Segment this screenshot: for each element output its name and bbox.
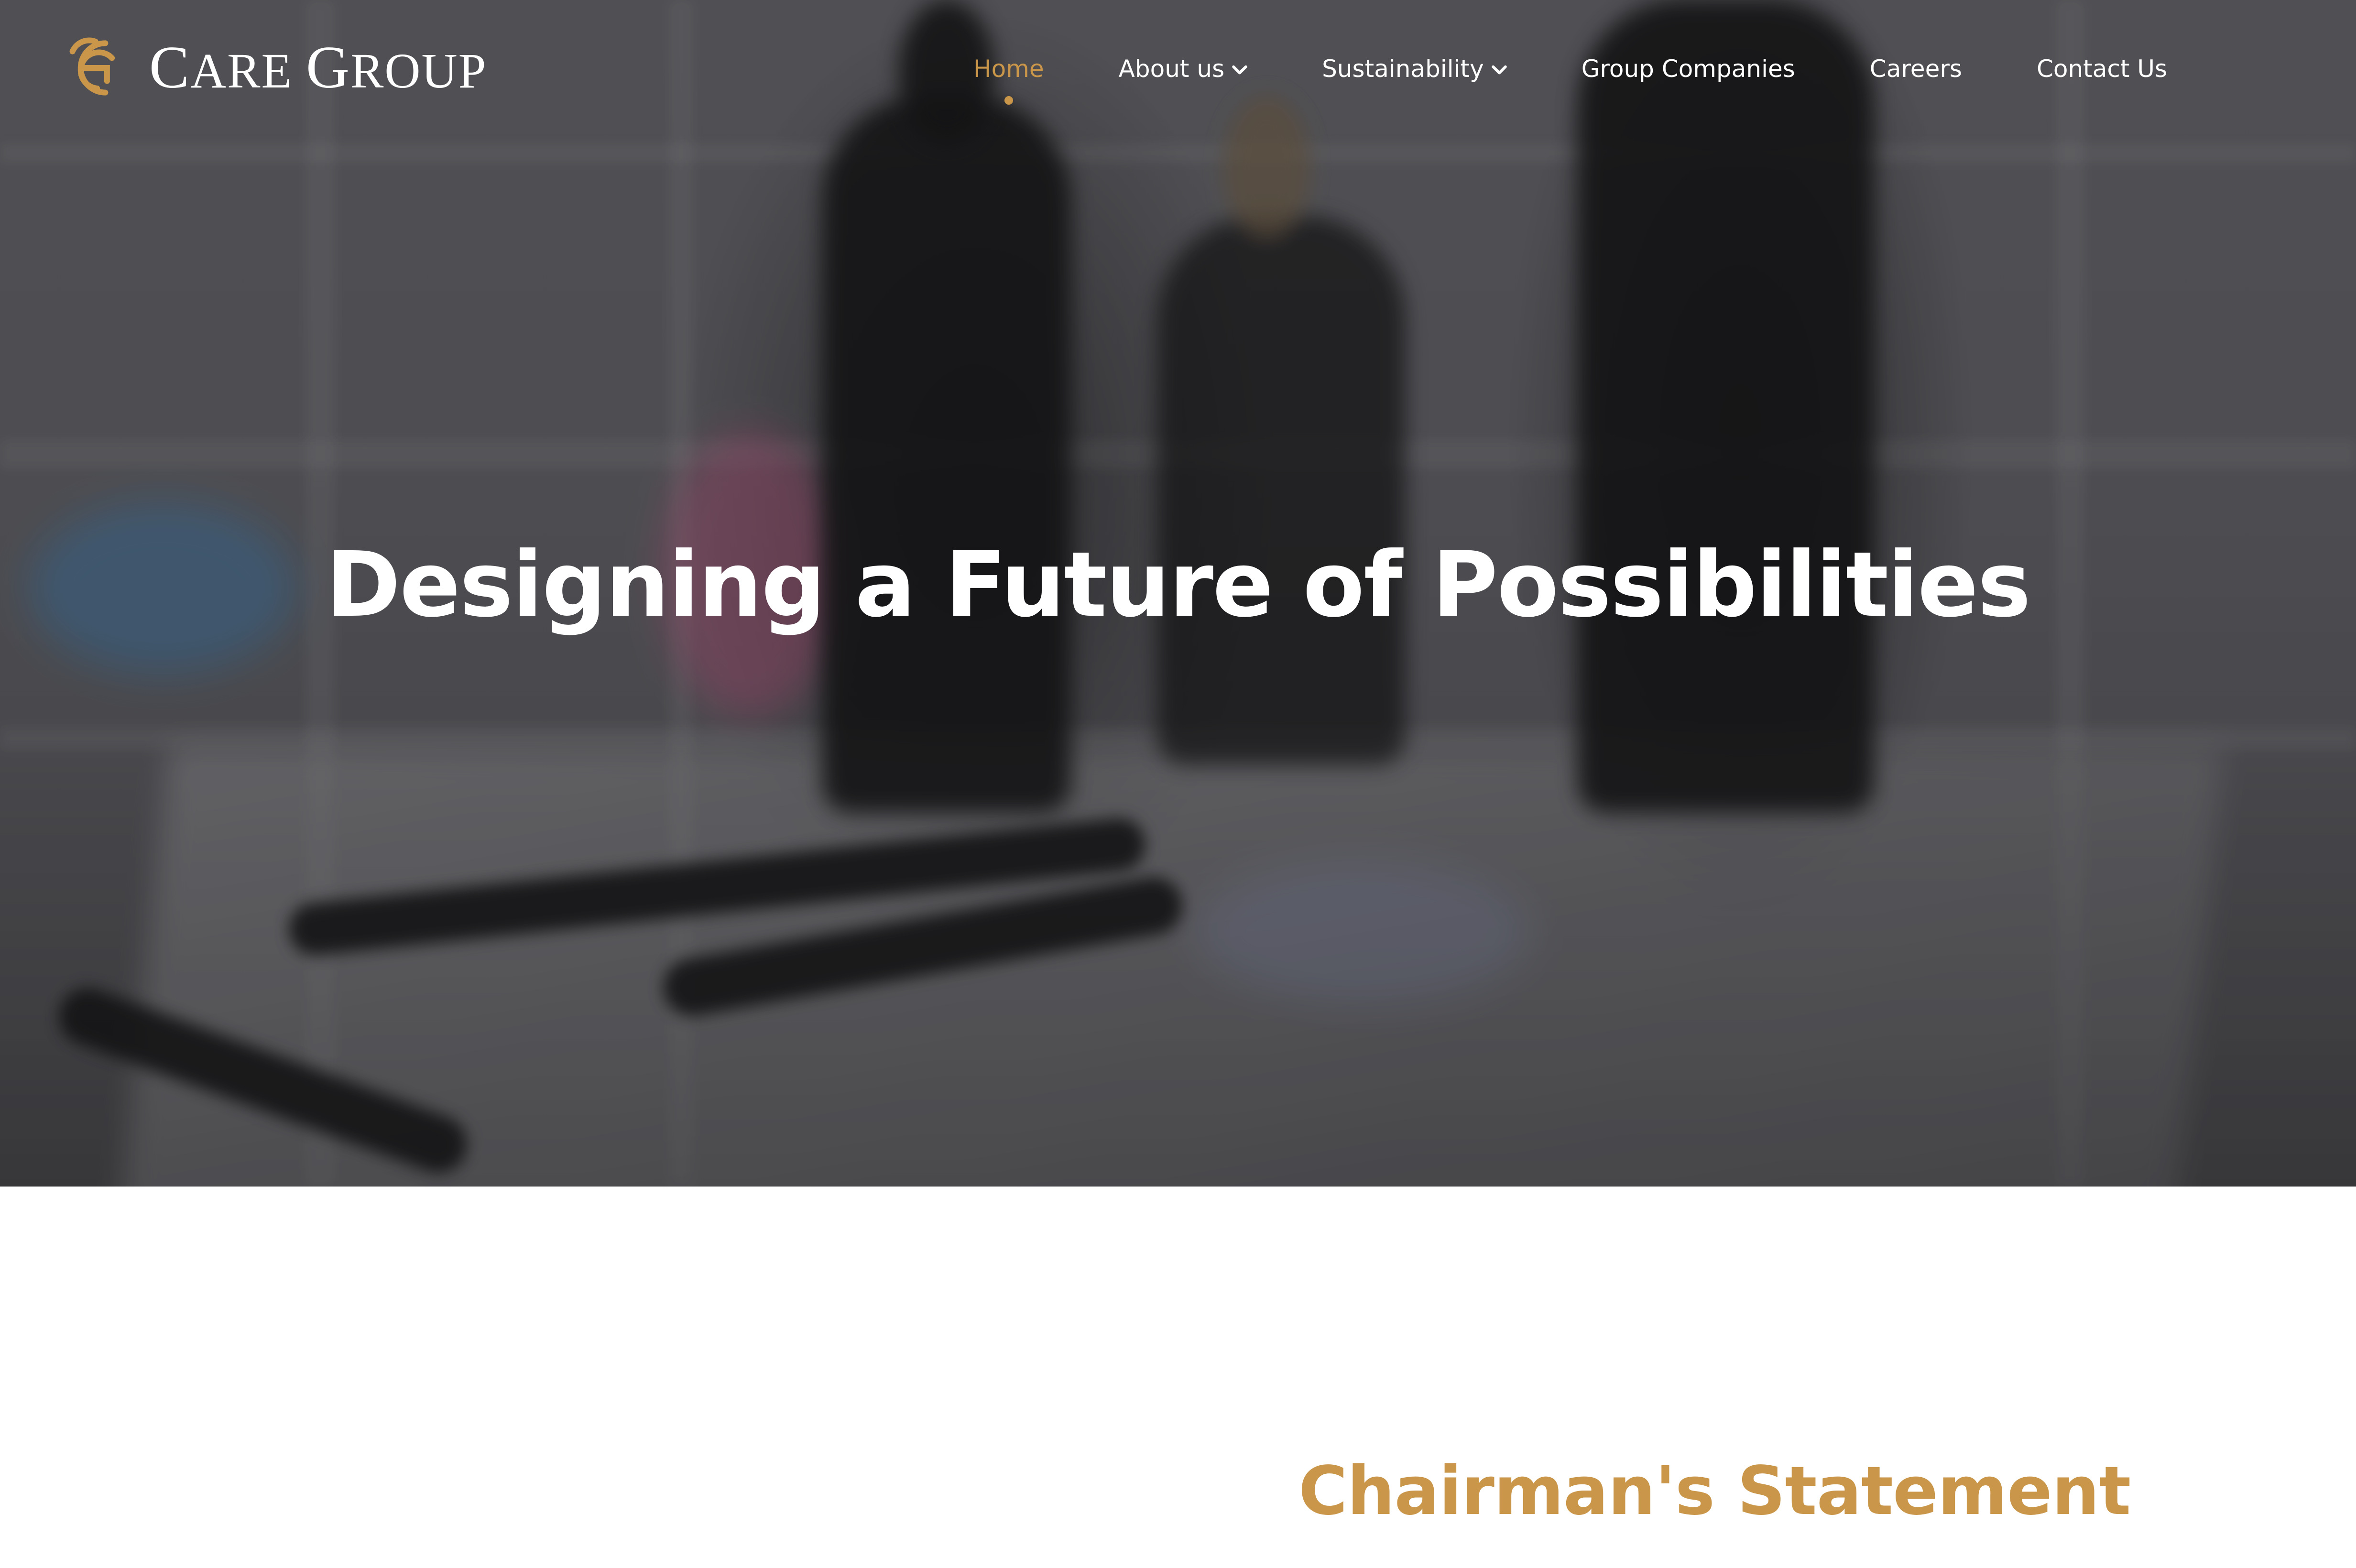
main-navigation: Home About us Sustainability Group Compa… bbox=[973, 50, 2167, 105]
brand-word-rest: ARE bbox=[190, 44, 293, 98]
chairmans-statement-heading: Chairman's Statement bbox=[1298, 1452, 2131, 1530]
brand-wordmark: CARE GROUP bbox=[149, 38, 487, 98]
hero-banner: CARE GROUP Home About us Sustainability … bbox=[0, 0, 2356, 1187]
nav-item-label: About us bbox=[1118, 55, 1225, 83]
nav-item-label: Home bbox=[973, 55, 1044, 83]
nav-item-home[interactable]: Home bbox=[973, 55, 1044, 105]
chevron-down-icon bbox=[1491, 65, 1507, 75]
site-logo[interactable]: CARE GROUP bbox=[48, 25, 487, 111]
chevron-down-icon bbox=[1232, 65, 1247, 75]
brand-initial-c: C bbox=[149, 34, 191, 101]
cg-monogram-icon bbox=[69, 37, 115, 96]
nav-item-sustainability[interactable]: Sustainability bbox=[1322, 55, 1510, 83]
hero-headline: Designing a Future of Possibilities bbox=[326, 533, 2031, 637]
active-indicator-dot bbox=[1004, 96, 1013, 105]
nav-item-label: Group Companies bbox=[1581, 55, 1795, 83]
brand-word-rest: ROUP bbox=[350, 44, 487, 98]
nav-item-careers[interactable]: Careers bbox=[1870, 55, 1962, 83]
nav-item-label: Contact Us bbox=[2036, 55, 2168, 83]
nav-item-label: Careers bbox=[1869, 55, 1962, 83]
nav-item-about-us[interactable]: About us bbox=[1119, 55, 1250, 83]
nav-item-label: Sustainability bbox=[1322, 55, 1484, 83]
nav-item-group-companies[interactable]: Group Companies bbox=[1582, 55, 1795, 83]
nav-item-contact-us[interactable]: Contact Us bbox=[2037, 55, 2167, 83]
brand-initial-g: G bbox=[306, 34, 351, 101]
